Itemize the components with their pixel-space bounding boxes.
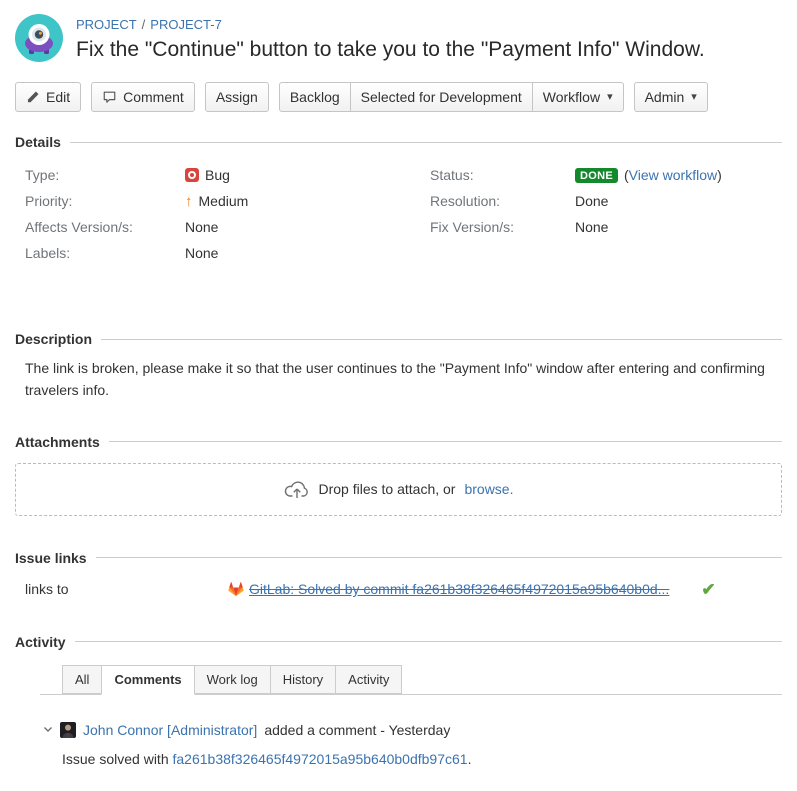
field-status: Status: DONE (View workflow) <box>430 165 782 185</box>
resolved-check-icon: ✔ <box>701 581 715 598</box>
browse-link[interactable]: browse. <box>464 481 513 497</box>
fix-versions-value: None <box>575 219 608 235</box>
edit-button[interactable]: Edit <box>15 82 81 112</box>
resolution-label: Resolution: <box>430 193 575 209</box>
priority-medium-icon: ↑ <box>185 194 193 209</box>
tab-activity[interactable]: Activity <box>335 665 402 694</box>
activity-tabs: All Comments Work log History Activity <box>40 665 782 695</box>
assign-button-label: Assign <box>216 89 258 105</box>
field-priority: Priority: ↑ Medium <box>25 191 430 211</box>
admin-dropdown-label: Admin <box>645 89 685 105</box>
priority-label: Priority: <box>25 193 185 209</box>
breadcrumb-separator: / <box>142 17 146 32</box>
assign-button[interactable]: Assign <box>205 82 269 112</box>
pencil-icon <box>26 90 40 104</box>
tab-comments[interactable]: Comments <box>101 665 194 695</box>
edit-button-label: Edit <box>46 89 70 105</box>
comment-text-suffix: . <box>468 751 472 767</box>
breadcrumb-issue-link[interactable]: PROJECT-7 <box>150 17 222 32</box>
dropzone-text: Drop files to attach, or <box>319 481 456 497</box>
field-fix-versions: Fix Version/s: None <box>430 217 782 237</box>
breadcrumb: PROJECT / PROJECT-7 <box>76 17 705 32</box>
issue-links-section: Issue links links to GitLab: Solved by c… <box>15 550 782 598</box>
type-value-text: Bug <box>205 167 230 183</box>
comment-text: Issue solved with <box>62 751 169 767</box>
field-type: Type: Bug <box>25 165 430 185</box>
gitlab-icon <box>228 581 244 597</box>
attachment-dropzone[interactable]: Drop files to attach, or browse. <box>15 463 782 516</box>
admin-dropdown-button[interactable]: Admin ▾ <box>634 82 708 112</box>
comment-body: Issue solved with fa261b38f326465f497201… <box>62 751 782 767</box>
attachments-heading: Attachments <box>15 434 782 450</box>
issue-links-heading: Issue links <box>15 550 782 566</box>
workflow-dropdown-button[interactable]: Workflow ▾ <box>532 82 624 112</box>
status-label: Status: <box>430 167 575 183</box>
speech-bubble-icon <box>102 90 117 104</box>
issue-page: PROJECT / PROJECT-7 Fix the "Continue" but… <box>0 0 797 791</box>
resolution-value: Done <box>575 193 608 209</box>
chevron-down-icon[interactable] <box>43 726 53 733</box>
gitlab-commit-link[interactable]: GitLab: Solved by commit fa261b38f326465… <box>249 581 669 597</box>
activity-heading: Activity <box>15 634 782 650</box>
comment-button[interactable]: Comment <box>91 82 195 112</box>
comment-button-label: Comment <box>123 89 184 105</box>
field-resolution: Resolution: Done <box>430 191 782 211</box>
priority-value: ↑ Medium <box>185 193 248 209</box>
bug-type-icon <box>185 168 199 182</box>
page-title: Fix the "Continue" button to take you to… <box>76 37 705 62</box>
project-avatar[interactable] <box>15 14 63 62</box>
project-avatar-icon <box>15 14 63 62</box>
tab-work-log[interactable]: Work log <box>194 665 271 694</box>
workflow-dropdown-label: Workflow <box>543 89 600 105</box>
details-right-column: Status: DONE (View workflow) Resolution:… <box>430 165 782 269</box>
status-value: DONE (View workflow) <box>575 167 722 183</box>
commit-hash-link[interactable]: fa261b38f326465f4972015a95b640b0dfb97c61 <box>173 751 468 767</box>
type-label: Type: <box>25 167 185 183</box>
fix-versions-label: Fix Version/s: <box>430 219 575 235</box>
view-workflow-link[interactable]: View workflow <box>629 167 717 183</box>
selected-for-development-button[interactable]: Selected for Development <box>350 82 533 112</box>
paren-close: ) <box>717 167 722 183</box>
backlog-button[interactable]: Backlog <box>279 82 351 112</box>
comment-header: John Connor [Administrator] added a comm… <box>43 722 782 738</box>
workflow-button-group: Backlog Selected for Development Workflo… <box>279 82 624 112</box>
details-section: Details Type: Bug Priority: ↑ Medium <box>15 134 782 269</box>
field-labels: Labels: None <box>25 243 430 263</box>
details-heading: Details <box>15 134 782 150</box>
link-relation-label: links to <box>25 581 228 597</box>
activity-section: Activity All Comments Work log History A… <box>15 634 782 767</box>
status-badge: DONE <box>575 168 618 183</box>
type-value: Bug <box>185 167 230 183</box>
caret-down-icon: ▾ <box>607 92 613 103</box>
description-text: The link is broken, please make it so th… <box>25 358 777 401</box>
details-columns: Type: Bug Priority: ↑ Medium Affects Ver… <box>15 165 782 269</box>
header-text: PROJECT / PROJECT-7 Fix the "Continue" but… <box>76 14 705 62</box>
affects-versions-value: None <box>185 219 218 235</box>
tab-all[interactable]: All <box>62 665 102 694</box>
labels-value: None <box>185 245 218 261</box>
cloud-upload-icon <box>284 478 310 500</box>
affects-versions-label: Affects Version/s: <box>25 219 185 235</box>
description-heading: Description <box>15 331 782 347</box>
comment-author-link[interactable]: John Connor [Administrator] <box>83 722 257 738</box>
attachments-section: Attachments Drop files to attach, or bro… <box>15 434 782 516</box>
breadcrumb-project-link[interactable]: PROJECT <box>76 17 137 32</box>
backlog-button-label: Backlog <box>290 89 340 105</box>
description-section: Description The link is broken, please m… <box>15 331 782 401</box>
issue-header: PROJECT / PROJECT-7 Fix the "Continue" but… <box>15 14 782 62</box>
toolbar: Edit Comment Assign Backlog Selected for… <box>15 82 782 112</box>
priority-value-text: Medium <box>199 193 249 209</box>
view-workflow-wrap: (View workflow) <box>624 167 722 183</box>
user-avatar[interactable] <box>60 722 76 738</box>
details-left-column: Type: Bug Priority: ↑ Medium Affects Ver… <box>15 165 430 269</box>
tab-history[interactable]: History <box>270 665 336 694</box>
comment-meta: added a comment - Yesterday <box>264 722 450 738</box>
field-affects-versions: Affects Version/s: None <box>25 217 430 237</box>
issue-link-row: links to GitLab: Solved by commit fa261b… <box>25 581 782 598</box>
labels-label: Labels: <box>25 245 185 261</box>
selected-for-development-label: Selected for Development <box>361 89 522 105</box>
caret-down-icon: ▾ <box>691 92 697 103</box>
